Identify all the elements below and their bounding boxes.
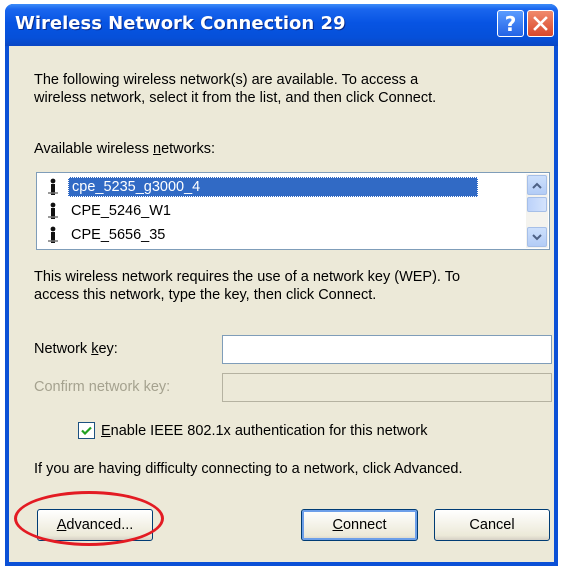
- scroll-thumb[interactable]: [527, 197, 547, 212]
- ieee-8021x-option[interactable]: Enable IEEE 802.1x authentication for th…: [78, 422, 427, 439]
- network-key-field[interactable]: [222, 335, 552, 364]
- window-title: Wireless Network Connection 29: [15, 13, 346, 34]
- scroll-down-button[interactable]: [527, 227, 547, 247]
- help-icon: ?: [504, 11, 517, 36]
- checkmark-icon: [81, 426, 92, 435]
- wep-line-1: This wireless network requires the use o…: [34, 269, 461, 285]
- available-networks-label: Available wireless networks:: [34, 141, 216, 157]
- wireless-network-icon: [48, 226, 58, 243]
- list-scrollbar[interactable]: [526, 174, 548, 248]
- wireless-network-icon: [48, 178, 58, 195]
- intro-text: The following wireless network(s) are av…: [34, 71, 436, 107]
- intro-line-2: wireless network, select it from the lis…: [34, 90, 437, 106]
- wireless-network-icon: [48, 202, 58, 219]
- advanced-button[interactable]: Advanced...: [37, 509, 153, 541]
- list-item[interactable]: CPE_5656_35: [39, 223, 524, 246]
- difficulty-text: If you are having difficulty connecting …: [34, 461, 463, 477]
- dialog-body: The following wireless network(s) are av…: [9, 46, 554, 562]
- dialog-window: Wireless Network Connection 29 ? The fol…: [5, 4, 558, 566]
- wep-message: This wireless network requires the use o…: [34, 268, 460, 304]
- network-list[interactable]: cpe_5235_g3000_4 CPE_5246_W1 CPE_5656_35: [36, 172, 550, 250]
- network-name: CPE_5246_W1: [71, 202, 171, 219]
- network-name: cpe_5235_g3000_4: [68, 176, 478, 197]
- chevron-up-icon: [532, 182, 542, 189]
- network-key-label: Network key:: [34, 341, 118, 357]
- close-button[interactable]: [527, 10, 554, 37]
- confirm-key-field: [222, 373, 552, 402]
- cancel-button[interactable]: Cancel: [434, 509, 550, 541]
- scroll-up-button[interactable]: [527, 175, 547, 195]
- chevron-down-icon: [532, 233, 542, 240]
- intro-line-1: The following wireless network(s) are av…: [34, 72, 419, 88]
- network-name: CPE_5656_35: [71, 226, 166, 243]
- list-item[interactable]: CPE_5246_W1: [39, 199, 524, 222]
- help-button[interactable]: ?: [497, 10, 524, 37]
- confirm-key-label: Confirm network key:: [34, 379, 171, 395]
- title-bar[interactable]: Wireless Network Connection 29 ?: [5, 4, 558, 46]
- connect-button[interactable]: Connect: [301, 509, 418, 541]
- list-item[interactable]: cpe_5235_g3000_4: [39, 175, 524, 198]
- ieee-8021x-checkbox[interactable]: [78, 422, 95, 439]
- wep-line-2: access this network, type the key, then …: [34, 287, 377, 303]
- close-icon: [533, 16, 548, 31]
- ieee-8021x-label: Enable IEEE 802.1x authentication for th…: [101, 422, 428, 439]
